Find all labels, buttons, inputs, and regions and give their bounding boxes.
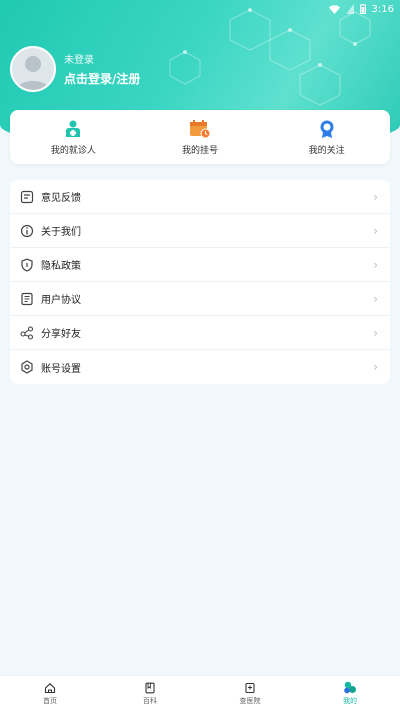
avatar[interactable] <box>10 46 56 92</box>
settings-menu: 意见反馈 › 关于我们 › 隐私政策 › 用户协议 › 分享好友 › 账号设置 … <box>10 180 390 384</box>
patient-icon <box>66 120 81 137</box>
menu-item-label: 隐私政策 <box>41 261 81 272</box>
quick-action-appointments[interactable]: 我的挂号 <box>150 119 250 156</box>
quick-action-label: 我的挂号 <box>181 145 218 156</box>
calendar-icon <box>189 119 211 138</box>
shield-icon <box>20 258 34 272</box>
login-register-link[interactable]: 点击登录/注册 <box>64 70 140 87</box>
quick-action-patients[interactable]: 我的就诊人 <box>23 119 123 156</box>
gear-icon <box>20 360 34 374</box>
battery-icon <box>359 4 366 14</box>
quick-actions-card: 我的就诊人 我的挂号 我的关注 <box>10 110 390 164</box>
menu-item-feedback[interactable]: 意见反馈 › <box>10 180 390 214</box>
tab-home[interactable]: 首页 <box>10 682 90 706</box>
chevron-right-icon: › <box>373 325 378 340</box>
home-icon <box>44 682 56 693</box>
tab-label: 百科 <box>143 696 157 705</box>
menu-item-user-agreement[interactable]: 用户协议 › <box>10 282 390 316</box>
quick-action-follows[interactable]: 我的关注 <box>277 119 377 156</box>
chevron-right-icon: › <box>373 291 378 306</box>
menu-item-label: 关于我们 <box>41 227 81 238</box>
tab-label: 首页 <box>43 696 57 705</box>
document-icon <box>20 292 34 306</box>
tab-label: 查医院 <box>239 696 261 705</box>
badge-icon <box>320 120 334 138</box>
menu-item-label: 意见反馈 <box>41 193 81 204</box>
share-icon <box>20 325 34 340</box>
book-icon <box>145 682 155 693</box>
menu-item-label: 用户协议 <box>41 295 81 306</box>
tab-find-hospital[interactable]: 查医院 <box>210 682 290 706</box>
chevron-right-icon: › <box>373 189 378 204</box>
menu-item-share[interactable]: 分享好友 › <box>10 316 390 350</box>
wifi-icon <box>328 4 340 14</box>
signal-icon <box>345 4 354 14</box>
menu-item-label: 分享好友 <box>41 329 81 340</box>
menu-item-account-settings[interactable]: 账号设置 › <box>10 350 390 384</box>
chevron-right-icon: › <box>373 360 378 374</box>
menu-item-label: 账号设置 <box>41 363 81 375</box>
info-icon <box>20 224 34 238</box>
menu-item-privacy[interactable]: 隐私政策 › <box>10 248 390 282</box>
quick-action-label: 我的就诊人 <box>50 145 96 156</box>
profile-section[interactable]: 未登录 点击登录/注册 <box>10 46 140 92</box>
login-status: 未登录 <box>64 55 94 66</box>
menu-item-about[interactable]: 关于我们 › <box>10 214 390 248</box>
chevron-right-icon: › <box>373 223 378 238</box>
status-time: 3:16 <box>371 3 394 15</box>
profile-icon <box>344 681 356 694</box>
bottom-tab-bar: 首页 百科 查医院 我的 <box>0 675 400 711</box>
quick-action-label: 我的关注 <box>308 145 345 156</box>
chevron-right-icon: › <box>373 257 378 272</box>
feedback-icon <box>20 190 34 204</box>
status-bar: 3:16 <box>0 0 400 18</box>
hospital-icon <box>245 682 255 693</box>
default-avatar-icon <box>17 56 49 90</box>
tab-mine[interactable]: 我的 <box>310 681 390 706</box>
tab-encyclopedia[interactable]: 百科 <box>110 682 190 706</box>
tab-label: 我的 <box>343 697 357 705</box>
